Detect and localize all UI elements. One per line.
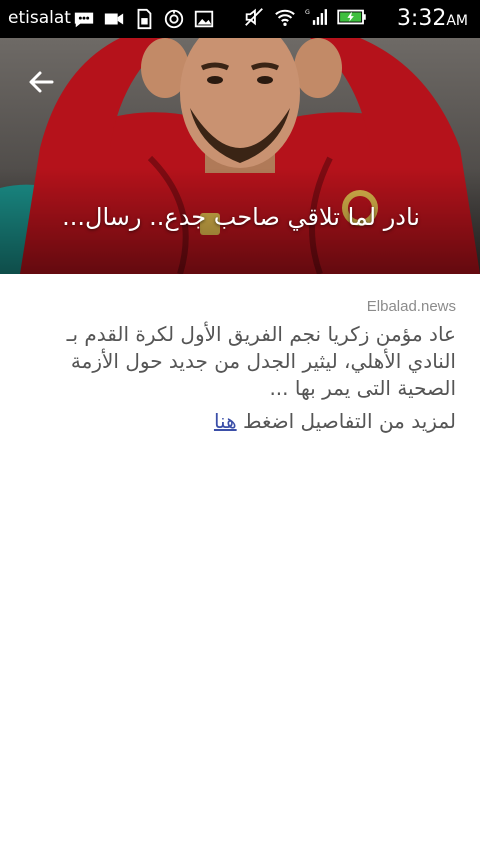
signal-icon: G — [305, 9, 327, 25]
read-more-line: لمزيد من التفاصيل اضغط هنا — [24, 406, 456, 436]
status-bar: etisalat G 3:32AM — [0, 0, 480, 38]
article-title: نادر لما تلاقي صاحب جدع.. رسال... — [62, 203, 420, 231]
mute-icon — [245, 8, 263, 26]
read-more-text: لمزيد من التفاصيل اضغط — [236, 409, 456, 433]
chat-icon — [74, 12, 94, 28]
article-body: Elbalad.news عاد مؤمن زكريا نجم الفريق ا… — [24, 298, 456, 436]
article-summary: عاد مؤمن زكريا نجم الفريق الأول لكرة الق… — [66, 322, 456, 400]
battery-charging-icon — [337, 9, 366, 25]
wifi-icon — [275, 9, 295, 26]
sim-icon — [137, 8, 152, 30]
video-icon — [104, 13, 124, 25]
svg-text:G: G — [305, 9, 310, 16]
carrier-name: etisalat — [8, 8, 71, 28]
notification-icons — [73, 8, 215, 30]
image-icon — [194, 10, 214, 28]
alarm-icon — [164, 9, 184, 29]
back-arrow-icon[interactable] — [22, 62, 62, 102]
system-icons: G — [243, 6, 368, 28]
article-source: Elbalad.news — [366, 298, 456, 315]
read-more-link[interactable]: هنا — [214, 409, 237, 433]
article-header-image — [0, 38, 480, 274]
clock: 3:32AM — [396, 6, 468, 31]
player-photo — [0, 38, 480, 274]
